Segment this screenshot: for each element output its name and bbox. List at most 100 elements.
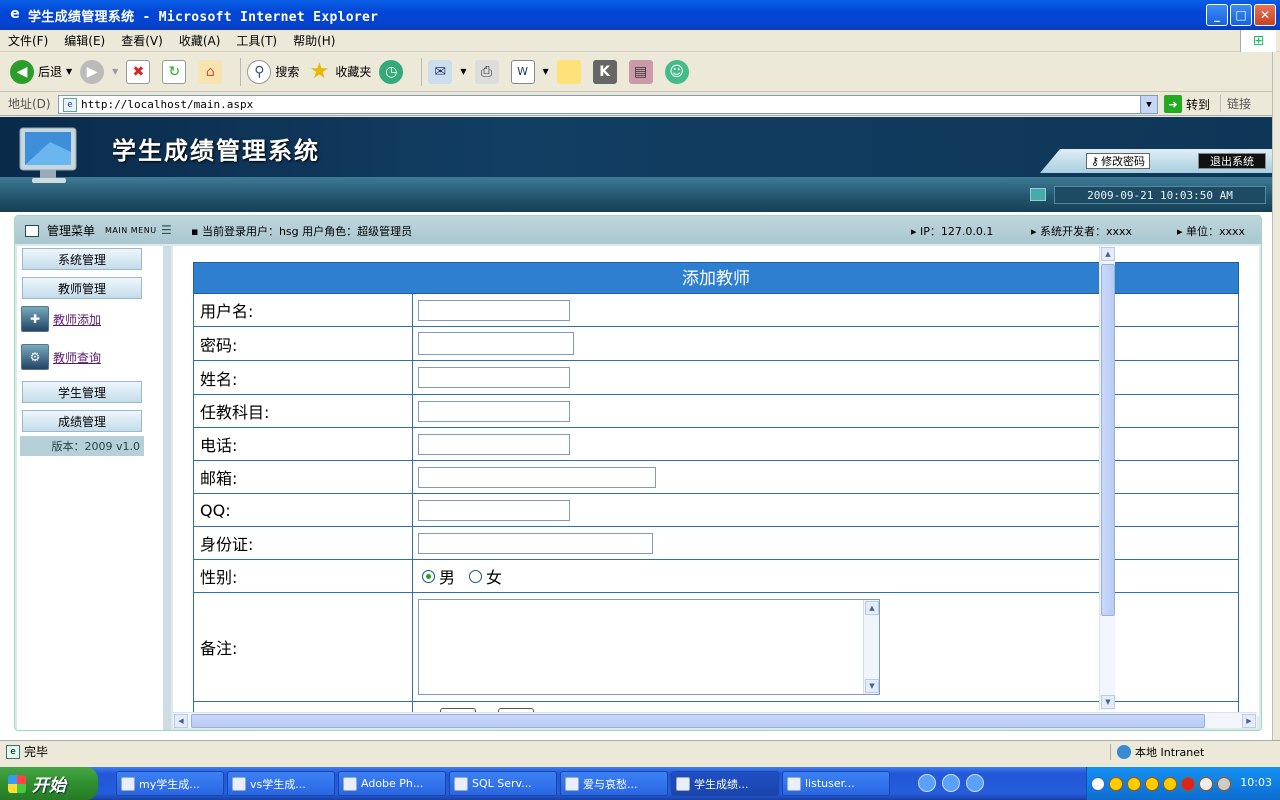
menu-toggle-icon[interactable]: ☰	[161, 223, 172, 237]
volume-icon[interactable]	[1217, 776, 1231, 791]
qq-icon[interactable]	[1163, 776, 1177, 791]
ip-text: IP：127.0.0.1	[920, 225, 994, 238]
task-item[interactable]: vs学生成...	[227, 771, 335, 796]
toolbar: ◀ 后退 ▼ ▶ ▼ ✖ ↻ ⌂ ⚲ 搜索 ★ 收藏夹 ◷ ✉ ▼ ⎙ W ▼ …	[0, 52, 1280, 92]
search-button[interactable]: ⚲ 搜索	[247, 59, 300, 84]
menu-teacher-mgmt[interactable]: 教师管理	[22, 277, 142, 299]
add-user-icon: ✚	[21, 306, 49, 332]
edit-dropdown-icon[interactable]: ▼	[543, 67, 549, 76]
maximize-button[interactable]: □	[1230, 4, 1252, 26]
scroll-up-icon[interactable]: ▲	[865, 601, 879, 615]
minimize-button[interactable]: _	[1206, 4, 1228, 26]
tray-arrow-icon[interactable]	[1091, 776, 1105, 791]
menu-view[interactable]: 查看(V)	[113, 32, 171, 49]
kaspersky-icon[interactable]	[1181, 776, 1195, 791]
close-button[interactable]: ✕	[1254, 4, 1276, 26]
stop-button[interactable]: ✖	[126, 59, 154, 84]
messenger-button[interactable]: ☺	[664, 59, 693, 84]
menu-student-mgmt[interactable]: 学生管理	[22, 381, 142, 403]
idcard-input[interactable]	[418, 532, 653, 554]
ie-quicklaunch-icon[interactable]	[918, 774, 936, 792]
mail-dropdown-icon[interactable]: ▼	[460, 67, 466, 76]
task-item[interactable]: 爱与哀愁...	[560, 771, 668, 796]
logout-button[interactable]: 退出系统	[1198, 153, 1266, 169]
subject-input[interactable]	[418, 400, 570, 422]
menu-edit[interactable]: 编辑(E)	[56, 32, 113, 49]
links-button[interactable]: 链接	[1220, 95, 1251, 112]
password-input[interactable]	[418, 332, 574, 355]
media-quicklaunch-icon[interactable]	[942, 774, 960, 792]
textarea-scrollbar[interactable]: ▲ ▼	[863, 600, 879, 694]
favorites-button[interactable]: ★ 收藏夹	[307, 59, 371, 84]
qq-input[interactable]	[418, 499, 570, 521]
quick-launch	[918, 774, 984, 792]
scroll-up-icon[interactable]: ▲	[1101, 247, 1115, 261]
print-button[interactable]: ⎙	[474, 59, 503, 84]
menu-score-mgmt[interactable]: 成绩管理	[22, 410, 142, 432]
forward-dropdown-icon[interactable]: ▼	[112, 67, 118, 76]
task-item[interactable]: my学生成...	[116, 771, 224, 796]
menu-help[interactable]: 帮助(H)	[285, 32, 343, 49]
menu-tools[interactable]: 工具(T)	[228, 32, 285, 49]
go-button[interactable]: ➜ 转到	[1164, 95, 1210, 113]
scroll-thumb[interactable]	[1101, 264, 1115, 616]
mail-button[interactable]: ✉ ▼	[428, 59, 467, 84]
task-list: my学生成... vs学生成... Adobe Ph... SQL Serv..…	[116, 771, 890, 796]
phone-label: 电话:	[194, 428, 413, 460]
back-dropdown-icon[interactable]: ▼	[66, 67, 72, 76]
scroll-right-icon[interactable]: ▶	[1242, 714, 1256, 728]
email-input[interactable]	[418, 466, 656, 488]
task-item[interactable]: SQL Serv...	[449, 771, 557, 796]
zone-text: 本地 Intranet	[1135, 746, 1205, 759]
task-item[interactable]: listuser...	[782, 771, 890, 796]
qq-icon[interactable]	[1127, 776, 1141, 791]
address-dropdown-icon[interactable]: ▼	[1140, 96, 1157, 113]
input-method-icon[interactable]	[1199, 776, 1213, 791]
menu-favorites[interactable]: 收藏(A)	[171, 32, 229, 49]
photoshop-icon	[343, 776, 357, 791]
back-button[interactable]: ◀ 后退 ▼	[10, 59, 72, 84]
name-input[interactable]	[418, 367, 570, 388]
form-page: 添加教师 用户名: 密码: 姓名: 任教科目: 电话: 邮箱: QQ: 身份证:…	[173, 246, 1259, 716]
desktop-quicklaunch-icon[interactable]	[966, 774, 984, 792]
phone-input[interactable]	[418, 433, 570, 455]
change-password-button[interactable]: ⚷ 修改密码	[1086, 153, 1151, 169]
history-icon: ◷	[379, 59, 404, 84]
menu-title-en: MAIN MENU	[105, 226, 157, 235]
gender-label: 性别:	[194, 560, 413, 592]
research-button[interactable]: ▤	[628, 59, 657, 84]
edit-button[interactable]: W ▼	[510, 59, 549, 84]
gender-male-radio[interactable]: 男	[422, 564, 455, 588]
scroll-down-icon[interactable]: ▼	[1101, 695, 1115, 709]
word-icon: W	[510, 59, 535, 84]
search-label: 搜索	[275, 65, 300, 79]
monitor-logo-icon	[19, 127, 77, 183]
page-horizontal-scrollbar[interactable]: ◀ ▶	[173, 712, 1257, 728]
qq-icon[interactable]	[1145, 776, 1159, 791]
scroll-down-icon[interactable]: ▼	[865, 679, 879, 693]
note-button[interactable]	[556, 59, 585, 84]
history-button[interactable]: ◷	[379, 59, 407, 84]
ie-page-icon	[676, 776, 690, 791]
refresh-button[interactable]: ↻	[162, 59, 190, 84]
menu-system-mgmt[interactable]: 系统管理	[22, 248, 142, 270]
home-button[interactable]: ⌂	[198, 59, 226, 84]
tray-app-icon[interactable]	[1109, 776, 1123, 791]
username-input[interactable]	[418, 299, 570, 321]
task-item-active[interactable]: 学生成绩...	[671, 771, 779, 796]
address-input[interactable]: e http://localhost/main.aspx ▼	[58, 95, 1158, 114]
page-vertical-scrollbar[interactable]: ▲ ▼	[1099, 246, 1115, 710]
scroll-thumb-horizontal[interactable]	[191, 714, 1205, 728]
forward-button[interactable]: ▶ ▼	[80, 59, 118, 84]
taskbar-clock: 10:03	[1240, 776, 1272, 789]
task-item[interactable]: Adobe Ph...	[338, 771, 446, 796]
subject-label: 任教科目:	[194, 395, 413, 427]
start-button[interactable]: 开始	[0, 767, 98, 800]
menu-file[interactable]: 文件(F)	[0, 32, 56, 49]
sublink-teacher-query[interactable]: ⚙ 教师查询	[21, 344, 101, 370]
scroll-left-icon[interactable]: ◀	[174, 714, 188, 728]
remark-textarea[interactable]: ▲ ▼	[418, 599, 880, 695]
sublink-teacher-add[interactable]: ✚ 教师添加	[21, 306, 101, 332]
k-button[interactable]: K	[592, 59, 621, 84]
gender-female-radio[interactable]: 女	[469, 564, 502, 588]
